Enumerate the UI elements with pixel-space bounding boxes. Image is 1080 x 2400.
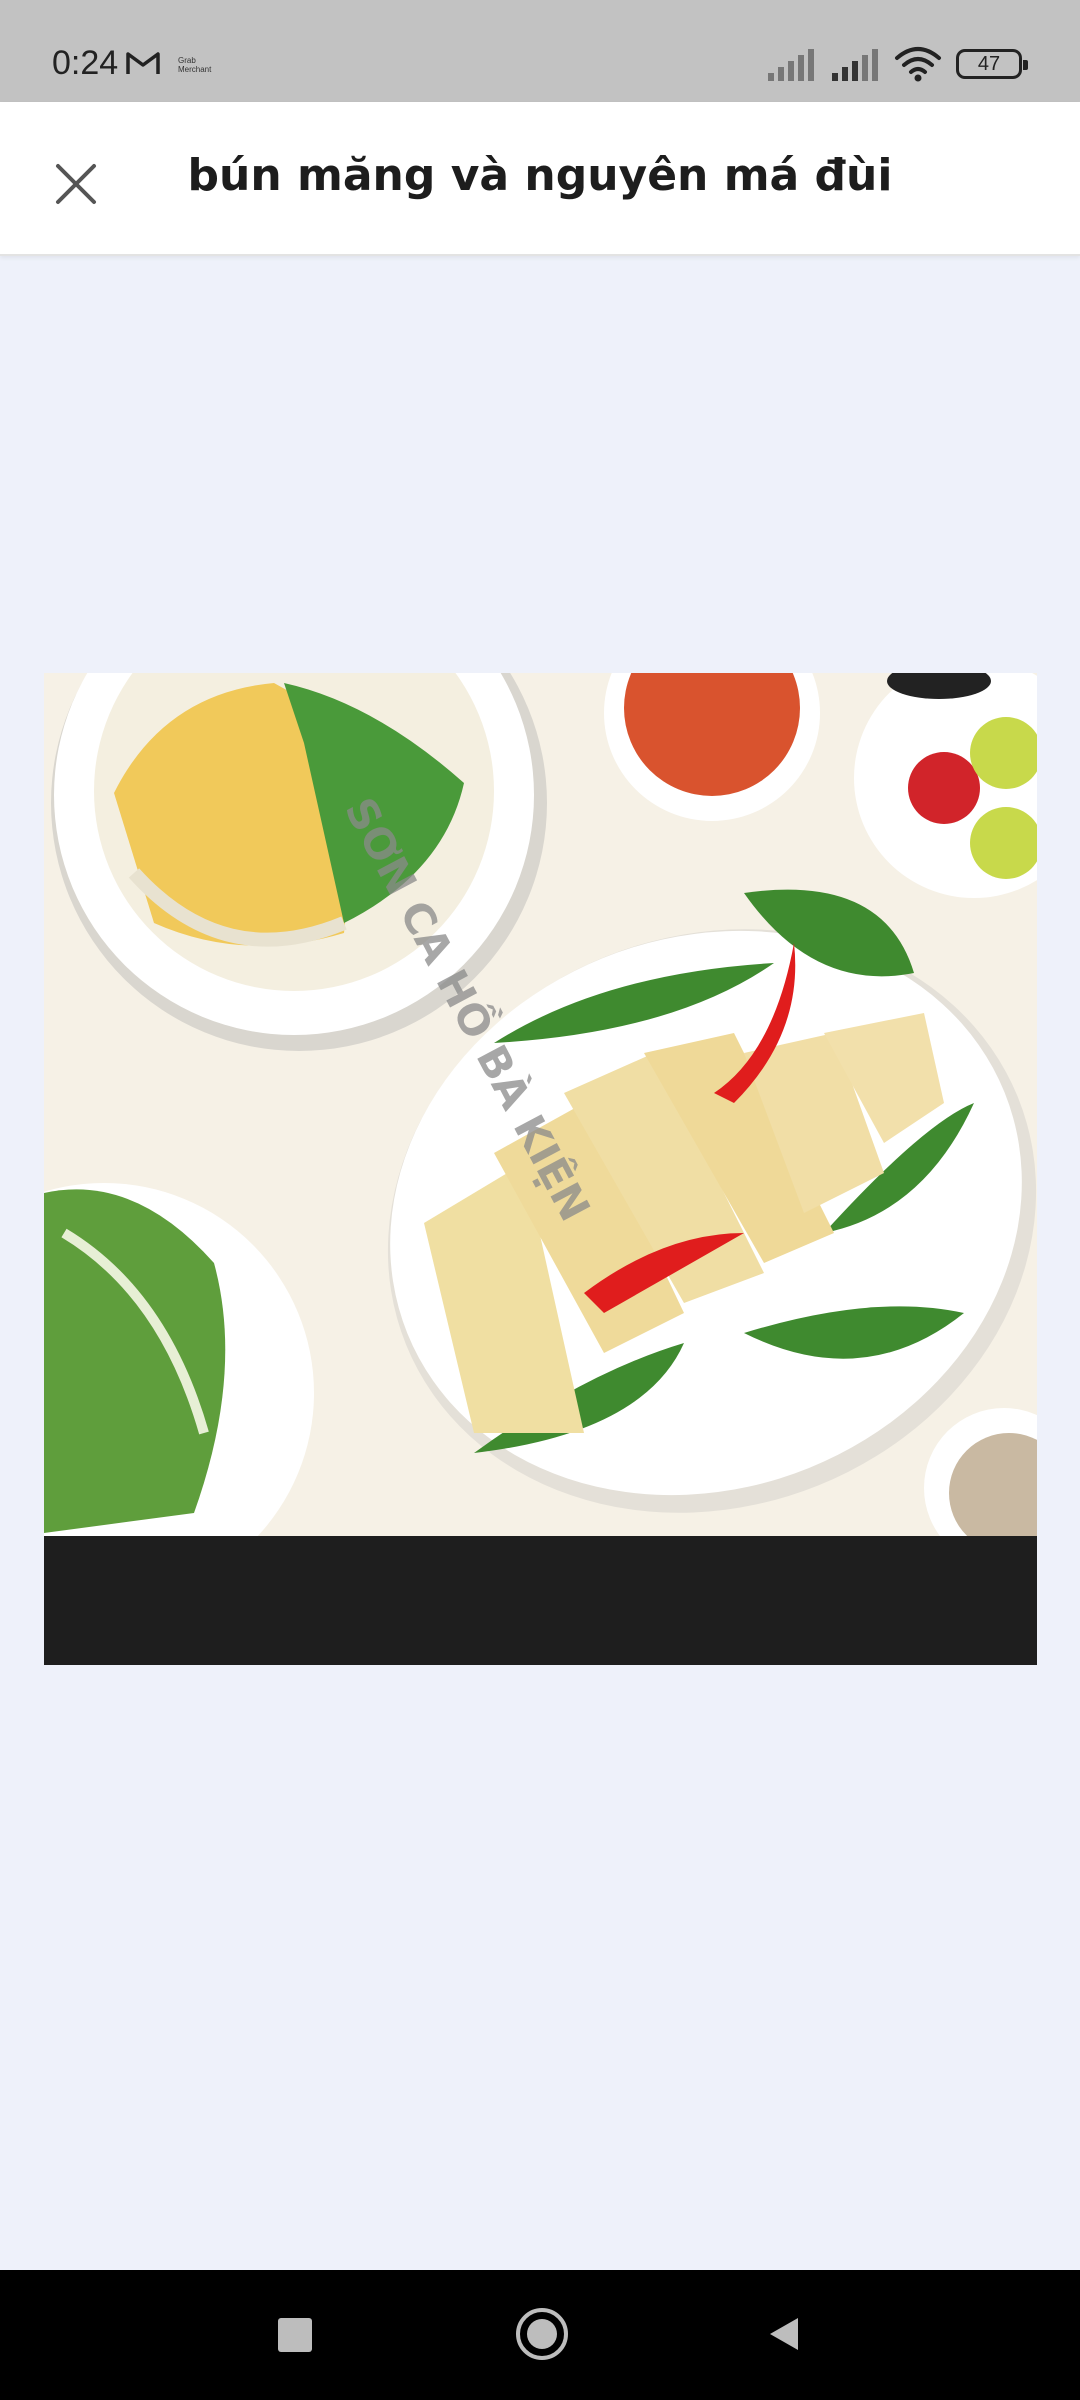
triangle-back-icon	[770, 2318, 798, 2350]
recents-button[interactable]	[278, 2318, 312, 2352]
battery-level: 47	[977, 52, 1001, 75]
gmail-icon	[126, 52, 160, 74]
page-title: bún măng và nguyên má đùi	[187, 150, 893, 201]
battery-indicator: 47	[956, 49, 1028, 79]
header-bar: bún măng và nguyên má đùi	[0, 102, 1080, 256]
signal-icon	[832, 49, 878, 81]
status-bar: 0:24 Grab Merchant 47	[0, 0, 1080, 102]
status-time: 0:24	[52, 44, 119, 82]
grab-merchant-icon: Grab Merchant	[178, 56, 212, 74]
status-icons: 47	[766, 46, 1028, 82]
back-button[interactable]	[764, 2314, 804, 2354]
home-button[interactable]	[516, 2308, 568, 2360]
wifi-icon	[895, 47, 941, 82]
signal-icon	[768, 49, 814, 81]
food-image: SƠN CA HỒ BÀ KIỆN	[44, 673, 1037, 1536]
food-photo[interactable]: SƠN CA HỒ BÀ KIỆN	[44, 673, 1037, 1665]
